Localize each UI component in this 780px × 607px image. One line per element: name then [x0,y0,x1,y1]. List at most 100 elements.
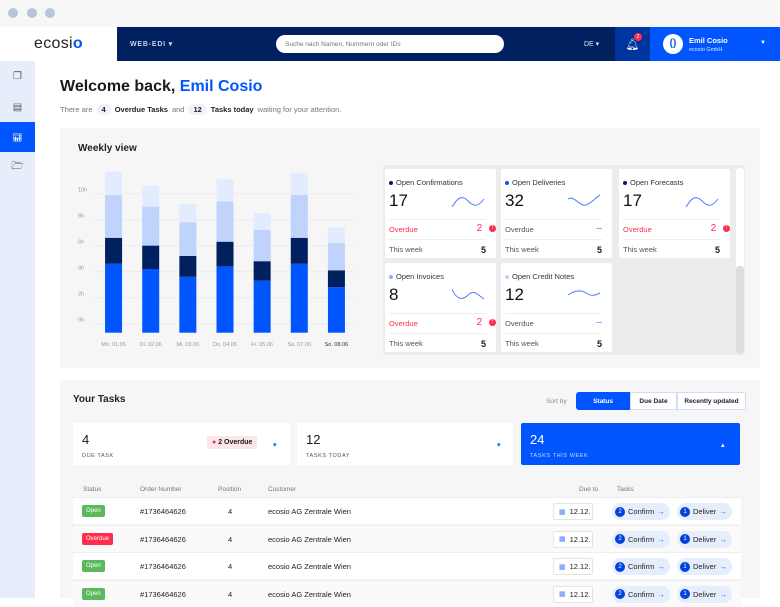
y-tick-label: 8h [78,214,84,220]
sparkline [567,290,601,296]
stat-card-value: 12 [505,285,524,304]
column-header-tasks[interactable]: Tasks [617,486,634,493]
this-week-value: 5 [596,339,602,349]
confirm-task-button[interactable]: 2 Confirm → [612,530,670,548]
y-tick-label: 10h [78,188,87,194]
calendar-icon: ▦ [559,508,566,516]
this-week-label: This week [505,339,539,348]
notifications-button[interactable]: 🔔︎ [615,27,650,61]
arrow-right-icon: → [657,589,665,599]
dot-icon [389,180,393,185]
stat-card[interactable]: Open Forecasts 17 Overdue 2 ! This week 5 [619,169,730,258]
alert-icon: ! [723,224,730,232]
summary-due-tasks[interactable]: 4 DUE TASK ● 2 Overdue ▾ [73,423,290,465]
table-row[interactable]: Open #1736464626 4 ecosio AG Zentrale Wi… [73,552,741,579]
deliver-task-button[interactable]: 1 Deliver → [677,530,732,548]
this-week-value: 5 [714,245,720,255]
chevron-up-icon[interactable]: ▴ [721,441,725,449]
overdue-row: Overdue 2 ! [389,219,496,239]
dot-icon [505,274,509,279]
deliver-task-button[interactable]: 1 Deliver → [677,503,732,520]
stat-card[interactable]: Open Credit Notes 12 Overdue – This week 5 [501,263,612,352]
overdue-row: Overdue 2 ! [623,219,730,239]
summary-value: 4 [82,432,90,447]
window-dot[interactable] [27,8,37,18]
column-header-customer[interactable]: Customer [268,486,296,493]
column-header-order-number[interactable]: Order Number [140,486,182,493]
due-date[interactable]: ▦ 12.12. [553,585,593,603]
alert-icon: ! [489,318,496,326]
scrollbar-thumb[interactable] [736,266,744,353]
bar-segment [290,194,308,238]
welcome-prefix: Welcome back, [60,78,180,95]
order-number[interactable]: #1736464626 [140,507,186,516]
sort-due-date-button[interactable]: Due Date [630,392,677,410]
deliver-task-button[interactable]: 1 Deliver → [677,585,732,603]
due-date[interactable]: ▦ 12.12. [553,558,593,575]
order-number[interactable]: #1736464626 [140,590,186,599]
chevron-down-icon[interactable]: ▾ [497,441,501,449]
bar-segment [179,276,197,333]
confirm-task-button[interactable]: 2 Confirm → [612,503,670,520]
sidebar-item-folder[interactable]: 🗁 [0,152,35,182]
overdue-value: – [596,223,602,234]
column-header-status[interactable]: Status [83,486,101,493]
dot-icon [389,274,393,279]
bar-segment [142,185,160,207]
summary-tasks-today[interactable]: 12 TASKS TODAY ▾ [297,423,513,465]
bar-segment [105,237,123,264]
summary-tasks-this-week[interactable]: 24 TASKS THIS WEEK ▴ [521,423,740,465]
stat-card[interactable]: Open Invoices 8 Overdue 2 ! This week 5 [385,263,496,352]
bar-segment [327,287,345,333]
table-row[interactable]: Overdue #1736464626 4 ecosio AG Zentrale… [73,524,741,552]
welcome-summary: There are 4 Overdue Tasks and 12 Tasks t… [60,104,341,115]
status-badge: Overdue [82,532,114,545]
confirm-task-button[interactable]: 2 Confirm → [612,585,670,603]
arrow-right-icon: → [657,562,665,571]
bar-segment [253,230,271,262]
due-date[interactable]: ▦ 12.12. [553,530,593,548]
sparkline [451,197,485,208]
column-header-due[interactable]: Due to [579,486,598,493]
user-menu[interactable]: () Emil Cosio ecosio GmbH ▼ [650,27,780,61]
avatar: () [663,34,683,54]
window-dot[interactable] [8,8,18,18]
deliver-task-button[interactable]: 1 Deliver → [677,558,732,575]
position: 4 [228,534,233,544]
chevron-down-icon[interactable]: ▾ [273,441,277,449]
bar-segment [142,245,160,269]
stat-card-title: Open Confirmations [389,178,463,187]
module-dropdown[interactable]: WEB-EDI ▾ [130,40,173,48]
stat-card-value: 32 [505,191,524,210]
sort-recently-updated-button[interactable]: Recently updated [677,392,746,410]
sidebar-item-list[interactable]: ▤ [0,92,35,122]
stat-card[interactable]: Open Deliveries 32 Overdue – This week 5 [501,169,612,258]
sort-status-button[interactable]: Status [576,392,630,410]
window-dot[interactable] [45,8,55,18]
bar-segment [327,243,345,271]
order-number[interactable]: #1736464626 [140,535,186,544]
logo[interactable]: ecosi o [0,27,117,61]
overdue-label[interactable]: Overdue Tasks [115,105,168,114]
overdue-value: 2 ! [477,223,496,239]
logo-accent: o [72,35,83,52]
language-dropdown[interactable]: DE ▾ [584,40,599,48]
table-row[interactable]: Open #1736464626 4 ecosio AG Zentrale Wi… [73,497,741,524]
sidebar-item-chart[interactable]: 📊︎ [0,122,35,152]
search-input[interactable] [276,35,504,53]
x-tick-label: Do. 04.06 [213,342,237,348]
overdue-row: Overdue – [505,219,602,239]
due-date[interactable]: ▦ 12.12. [553,503,593,520]
sidebar-item-documents[interactable]: ❐ [0,61,35,91]
order-number[interactable]: #1736464626 [140,562,186,571]
today-label[interactable]: Tasks today [211,105,254,114]
stat-card-title-text: Open Forecasts [630,178,684,187]
status-badge: Open [82,560,105,572]
confirm-task-button[interactable]: 2 Confirm → [612,558,670,575]
this-week-row: This week 5 [389,239,486,259]
overdue-label: Overdue [389,225,418,234]
column-header-position[interactable]: Position [218,486,241,493]
calendar-icon: ▦ [559,591,566,598]
table-row[interactable]: Open #1736464626 4 ecosio AG Zentrale Wi… [73,579,741,607]
stat-card[interactable]: Open Confirmations 17 Overdue 2 ! This we… [385,169,496,258]
